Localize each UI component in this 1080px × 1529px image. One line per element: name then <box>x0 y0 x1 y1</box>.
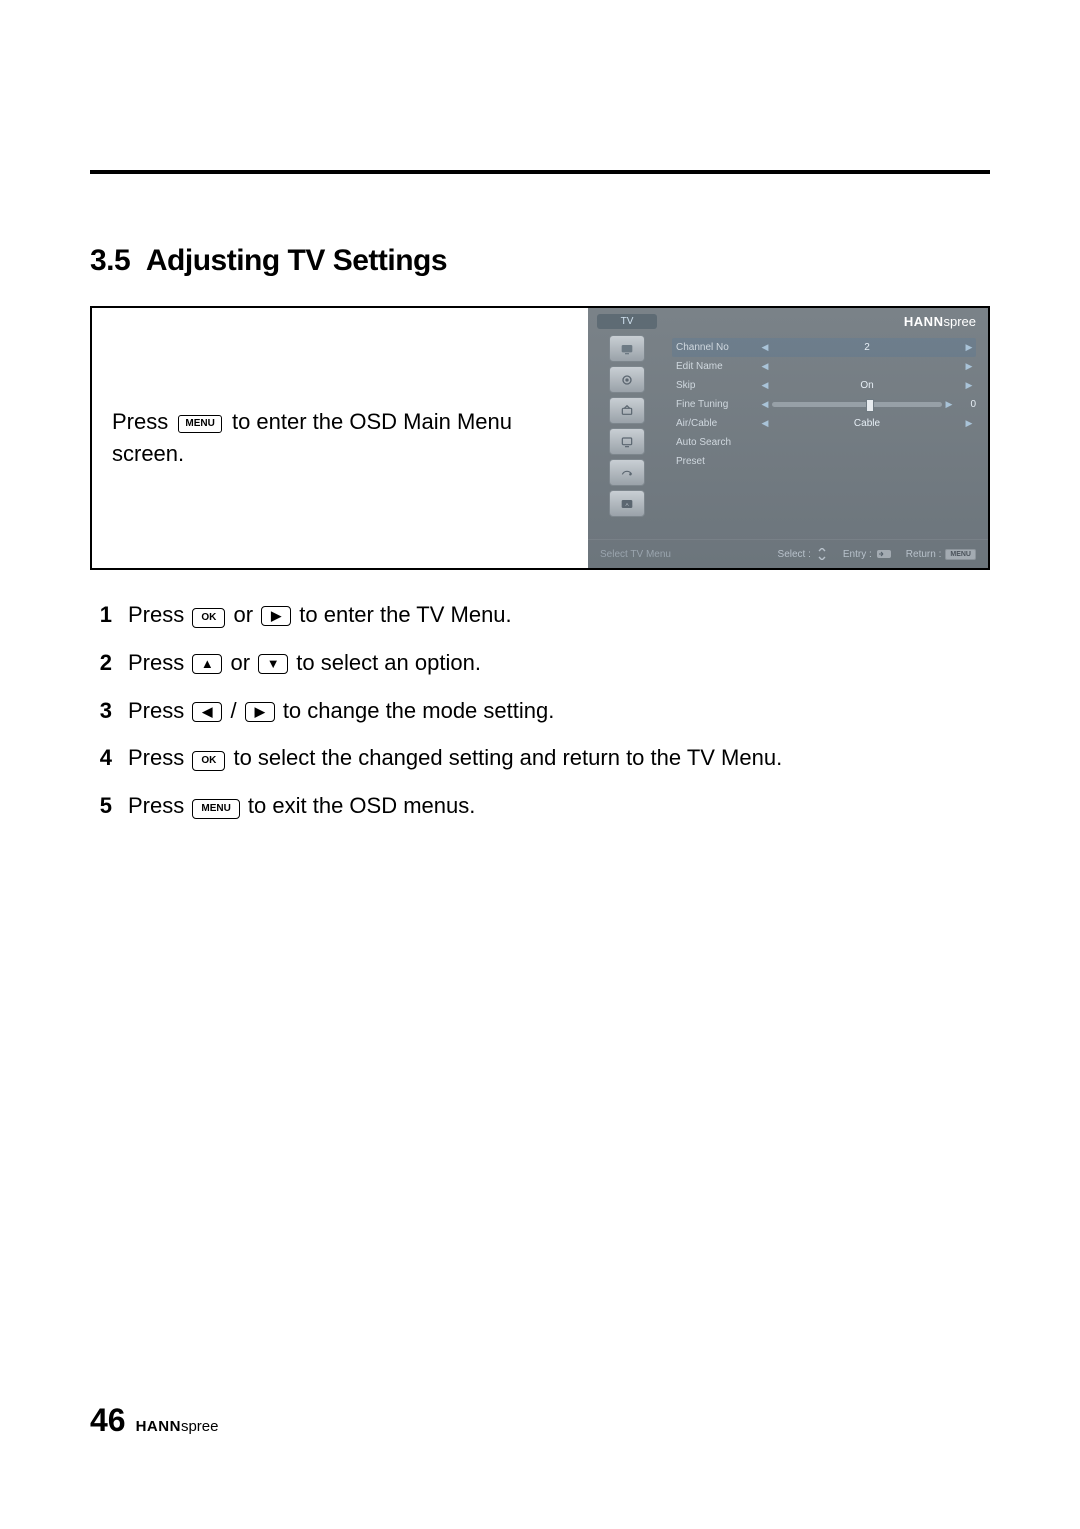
left-arrow-icon: ◀ <box>758 342 772 353</box>
section-title: 3.5 Adjusting TV Settings <box>90 244 990 278</box>
screen-tab-icon <box>609 428 645 455</box>
page-number: 46 <box>90 1402 126 1439</box>
step-text: Press ▲ or ▼ to select an option. <box>128 642 990 684</box>
osd-footer-select: Select : <box>778 548 829 560</box>
step-number: 3 <box>90 690 112 732</box>
osd-content: HANNspree Channel No◀2▶Edit Name◀▶Skip◀O… <box>666 308 988 539</box>
left-arrow-icon: ◀ <box>758 380 772 391</box>
keycap: OK <box>192 608 225 628</box>
osd-row: Edit Name◀ ▶ <box>672 357 976 376</box>
osd-slider <box>772 402 942 407</box>
step-number: 5 <box>90 785 112 827</box>
figure-instruction: Press MENU to enter the OSD Main Menu sc… <box>92 308 588 568</box>
step-number: 1 <box>90 594 112 636</box>
picture-tab-icon <box>609 366 645 393</box>
keycap: ▲ <box>192 654 222 674</box>
osd-footer-return: Return : MENU <box>906 549 976 560</box>
figure-instruction-prefix: Press <box>112 409 168 434</box>
instruction-step: 4 Press OK to select the changed setting … <box>90 737 990 779</box>
osd-footer-left: Select TV Menu <box>600 549 764 560</box>
right-arrow-icon: ▶ <box>962 380 976 391</box>
section-heading: Adjusting TV Settings <box>146 244 447 277</box>
osd-row-label: Edit Name <box>672 361 758 372</box>
left-arrow-icon: ◀ <box>758 399 772 410</box>
step-number: 2 <box>90 642 112 684</box>
keycap: ▼ <box>258 654 288 674</box>
keycap: ▶ <box>245 702 275 722</box>
slider-value: 0 <box>960 399 976 410</box>
menu-keycap: MENU <box>178 415 221 433</box>
right-arrow-icon: ▶ <box>962 418 976 429</box>
step-number: 4 <box>90 737 112 779</box>
page-footer: 46 HANNspree <box>90 1402 218 1439</box>
section-number: 3.5 <box>90 244 130 277</box>
figure-box: Press MENU to enter the OSD Main Menu sc… <box>90 306 990 570</box>
right-arrow-icon: ▶ <box>962 361 976 372</box>
right-arrow-icon: ▶ <box>942 399 956 410</box>
lang-tab-icon: A <box>609 490 645 517</box>
osd-row: Skip◀On▶ <box>672 376 976 395</box>
osd-row: Channel No◀2▶ <box>672 338 976 357</box>
osd-screenshot: TV A HANNspree Channel No◀2▶Edit Name◀▶S… <box>588 308 988 568</box>
footer-brand: HANNspree <box>136 1418 219 1435</box>
osd-row-label: Fine Tuning <box>672 399 758 410</box>
osd-tab-header: TV <box>597 314 657 329</box>
instruction-step: 1 Press OK or ▶ to enter the TV Menu. <box>90 594 990 636</box>
divider-top <box>90 170 990 174</box>
osd-row: Preset <box>672 452 976 471</box>
instruction-step: 5 Press MENU to exit the OSD menus. <box>90 785 990 827</box>
sound-tab-icon <box>609 397 645 424</box>
keycap: ▶ <box>261 606 291 626</box>
osd-row-label: Channel No <box>672 342 758 353</box>
osd-row-label: Auto Search <box>672 437 758 448</box>
osd-row-value: Cable <box>772 418 962 429</box>
osd-row-label: Air/Cable <box>672 418 758 429</box>
figure-instruction-suffix: to enter the OSD Main Menu screen. <box>112 409 512 466</box>
step-text: Press ◀ / ▶ to change the mode setting. <box>128 690 990 732</box>
step-text: Press OK to select the changed setting a… <box>128 737 990 779</box>
keycap: MENU <box>192 799 239 819</box>
keycap: OK <box>192 751 225 771</box>
left-arrow-icon: ◀ <box>758 418 772 429</box>
osd-row-value: On <box>772 380 962 391</box>
step-text: Press OK or ▶ to enter the TV Menu. <box>128 594 990 636</box>
slider-thumb <box>866 399 874 412</box>
steps-list: 1 Press OK or ▶ to enter the TV Menu. 2 Pre… <box>90 594 990 827</box>
osd-footer: Select TV Menu Select : Entry : Return :… <box>588 539 988 568</box>
osd-row-label: Preset <box>672 456 758 467</box>
instruction-step: 2 Press ▲ or ▼ to select an option. <box>90 642 990 684</box>
keycap: ◀ <box>192 702 222 722</box>
osd-row: Air/Cable◀Cable▶ <box>672 414 976 433</box>
left-arrow-icon: ◀ <box>758 361 772 372</box>
osd-row-label: Skip <box>672 380 758 391</box>
instruction-step: 3 Press ◀ / ▶ to change the mode setting. <box>90 690 990 732</box>
setup-tab-icon <box>609 459 645 486</box>
osd-footer-entry: Entry : <box>843 549 892 560</box>
osd-row: Auto Search <box>672 433 976 452</box>
tv-tab-icon <box>609 335 645 362</box>
step-text: Press MENU to exit the OSD menus. <box>128 785 990 827</box>
right-arrow-icon: ▶ <box>962 342 976 353</box>
osd-brand: HANNspree <box>904 314 976 329</box>
osd-row-value: 2 <box>772 342 962 353</box>
osd-row: Fine Tuning◀ ▶ 0 <box>672 395 976 414</box>
osd-tab-column: TV A <box>588 308 666 539</box>
